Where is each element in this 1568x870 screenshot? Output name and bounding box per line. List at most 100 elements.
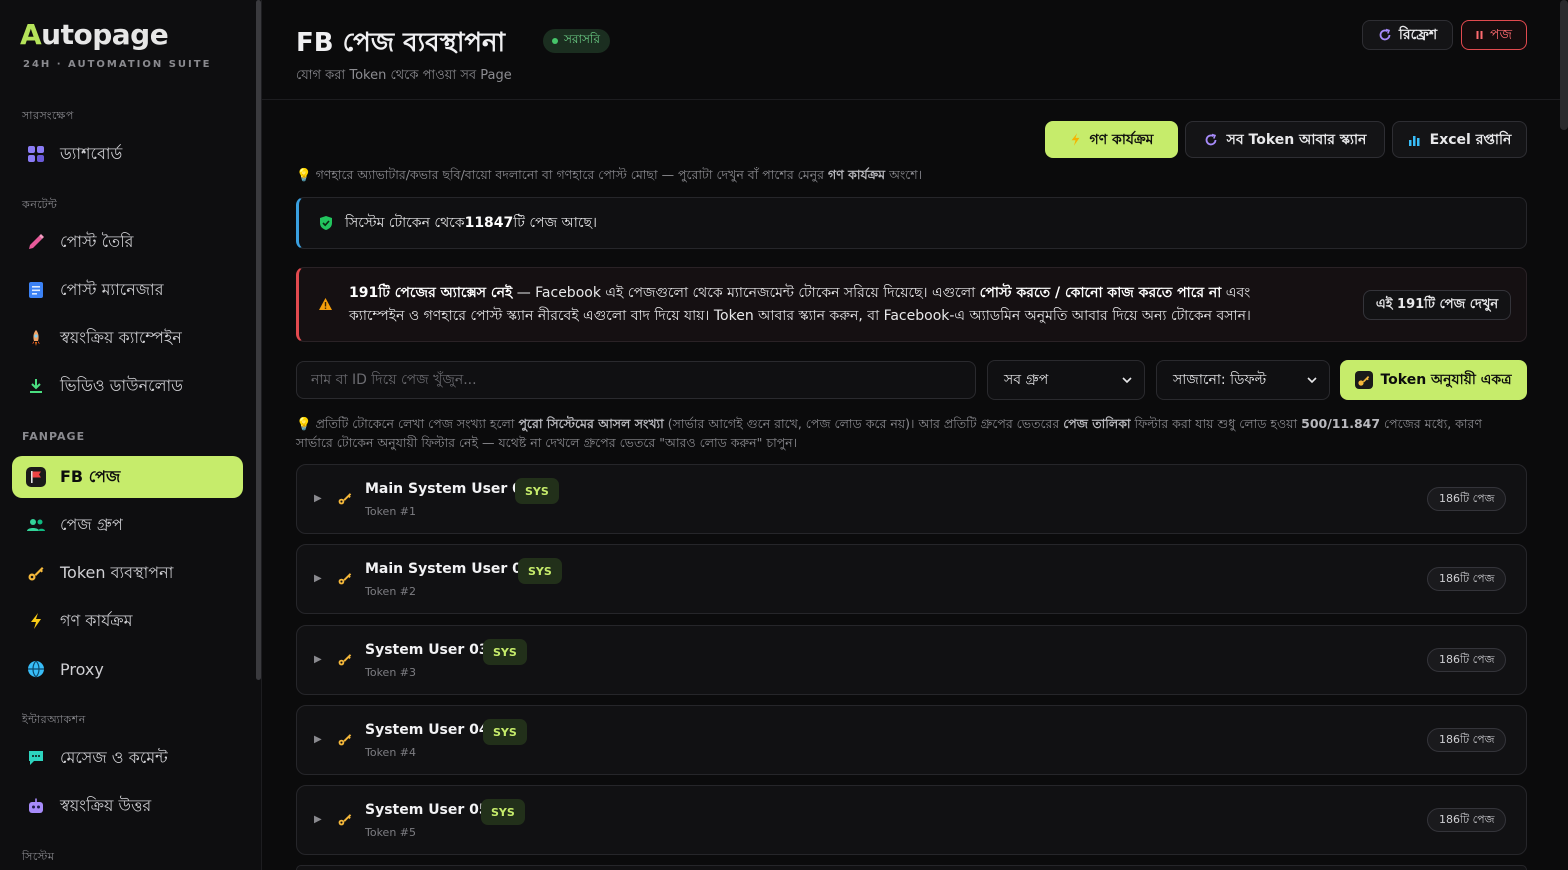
excel-export-button[interactable]: Excel রপ্তানি: [1392, 121, 1527, 158]
sidebar-item-proxy[interactable]: Proxy: [12, 648, 243, 690]
key-icon: [337, 490, 353, 506]
grid-icon: [26, 144, 46, 164]
token-id: Token #4: [365, 746, 417, 759]
key-icon: [26, 563, 46, 583]
page-count-hint: 💡 প্রতিটি টোকেনে লেখা পেজ সংখ্যা হলো পুরো…: [296, 416, 1482, 450]
expand-arrow-icon[interactable]: ▶: [314, 734, 322, 745]
sidebar-item-fb-pages[interactable]: FB পেজ: [12, 456, 243, 498]
token-name: System User 03: [365, 642, 489, 658]
page-title: FB পেজ ব্যবস্থাপনা: [296, 28, 506, 58]
pause-button[interactable]: পজ: [1461, 20, 1527, 50]
section-label-content: কনটেন্ট: [22, 198, 58, 211]
globe-icon: [26, 659, 46, 679]
token-name: System User 05: [365, 802, 489, 818]
chat-icon: [26, 748, 46, 768]
warning-triangle-icon: [318, 297, 333, 311]
token-id: Token #1: [365, 505, 417, 518]
live-status-badge: সরাসরি: [543, 29, 610, 53]
key-icon: [337, 811, 353, 827]
section-label-fanpage: FANPAGE: [22, 430, 86, 443]
refresh-icon: [1378, 28, 1392, 42]
robot-icon: [26, 796, 46, 816]
sidebar-item-label: পোস্ট তৈরি: [60, 231, 134, 251]
sidebar-item-label: পোস্ট ম্যানেজার: [60, 279, 164, 299]
sidebar-item-page-groups[interactable]: পেজ গ্রুপ: [12, 504, 243, 546]
bolt-icon: [26, 611, 46, 631]
live-badge-label: সরাসরি: [564, 32, 600, 46]
sidebar-item-auto-campaign[interactable]: স্বয়ংক্রিয় ক্যাম্পেইন: [12, 317, 243, 359]
token-id: Token #5: [365, 826, 417, 839]
sort-select[interactable]: সাজানো: ডিফল্ট: [1156, 360, 1330, 400]
flag-icon: [26, 467, 46, 487]
sidebar-item-label: মেসেজ ও কমেন্ট: [60, 747, 168, 767]
view-no-access-pages-button[interactable]: এই 191টি পেজ দেখুন: [1363, 290, 1511, 320]
sidebar-item-auto-reply[interactable]: স্বয়ংক্রিয় উত্তর: [12, 785, 243, 827]
group-select-value: সব গ্রুপ: [1004, 372, 1049, 388]
token-group-card-partial[interactable]: [296, 865, 1527, 870]
excel-label: Excel রপ্তানি: [1429, 131, 1512, 148]
rescan-all-tokens-button[interactable]: সব Token আবার স্ক্যান: [1185, 121, 1385, 158]
bar-chart-icon: [1408, 134, 1421, 146]
page-count-badge: 186টি পেজ: [1427, 728, 1507, 752]
expand-arrow-icon[interactable]: ▶: [314, 814, 322, 825]
sidebar-item-post-manager[interactable]: পোস্ট ম্যানেজার: [12, 269, 243, 311]
group-by-token-label: Token অনুযায়ী একত্র: [1380, 372, 1512, 388]
pause-label: পজ: [1489, 27, 1513, 43]
users-icon: [26, 515, 46, 535]
group-filter-select[interactable]: সব গ্রুপ: [987, 360, 1145, 400]
sidebar-item-bulk-actions[interactable]: গণ কার্যক্রম: [12, 600, 243, 642]
page-search-input[interactable]: [296, 361, 976, 399]
sidebar-item-create-post[interactable]: পোস্ট তৈরি: [12, 221, 243, 263]
page-count-badge: 186টি পেজ: [1427, 808, 1507, 832]
token-id: Token #3: [365, 666, 417, 679]
token-group-card[interactable]: ▶ Main System User 01 SYS Token #1 186টি…: [296, 464, 1527, 534]
token-id: Token #2: [365, 585, 417, 598]
sidebar: Autopage 24H · AUTOMATION SUITE সারসংক্ষ…: [0, 0, 262, 870]
sidebar-item-label: ড্যাশবোর্ড: [60, 143, 123, 163]
page-count-badge: 186টি পেজ: [1427, 487, 1507, 511]
sidebar-item-messages-comments[interactable]: মেসেজ ও কমেন্ট: [12, 737, 243, 779]
sidebar-item-label: স্বয়ংক্রিয় উত্তর: [60, 795, 152, 815]
app-root: Autopage 24H · AUTOMATION SUITE সারসংক্ষ…: [0, 0, 1568, 870]
token-group-card[interactable]: ▶ Main System User 02 SYS Token #2 186টি…: [296, 544, 1527, 614]
app-logo[interactable]: Autopage: [20, 18, 169, 51]
system-badge: SYS: [481, 799, 525, 825]
main-scrollbar[interactable]: [1560, 0, 1568, 130]
system-badge: SYS: [515, 478, 559, 504]
expand-arrow-icon[interactable]: ▶: [314, 654, 322, 665]
sidebar-item-label: Proxy: [60, 659, 104, 679]
refresh-button[interactable]: রিফ্রেশ: [1362, 20, 1453, 50]
system-token-info-box: সিস্টেম টোকেন থেকে 11847 টি পেজ আছে।: [296, 197, 1527, 249]
key-icon: [337, 731, 353, 747]
sidebar-scrollbar[interactable]: [256, 0, 261, 680]
sidebar-item-token-management[interactable]: Token ব্যবস্থাপনা: [12, 552, 243, 594]
chevron-down-icon: [1307, 376, 1317, 384]
key-icon: [1355, 371, 1374, 389]
bolt-icon: [1070, 132, 1081, 147]
section-label-system: সিস্টেম: [22, 850, 55, 863]
bulk-actions-button[interactable]: গণ কার্যক্রম: [1045, 121, 1178, 158]
sidebar-item-label: FB পেজ: [60, 466, 121, 486]
sidebar-item-label: স্বয়ংক্রিয় ক্যাম্পেইন: [60, 327, 182, 347]
expand-arrow-icon[interactable]: ▶: [314, 573, 322, 584]
page-subtitle: যোগ করা Token থেকে পাওয়া সব Page: [296, 68, 512, 83]
chevron-down-icon: [1122, 376, 1132, 384]
app-tagline: 24H · AUTOMATION SUITE: [23, 59, 212, 70]
page-header: FB পেজ ব্যবস্থাপনা সরাসরি যোগ করা Token …: [262, 0, 1568, 100]
warning-text: 191টি পেজের অ্যাক্সেস নেই — Facebook এই …: [349, 285, 1251, 324]
sidebar-item-video-download[interactable]: ভিডিও ডাউনলোড: [12, 365, 243, 407]
token-group-card[interactable]: ▶ System User 05 SYS Token #5 186টি পেজ: [296, 785, 1527, 855]
live-dot-icon: [552, 38, 558, 44]
key-icon: [337, 570, 353, 586]
sort-select-value: সাজানো: ডিফল্ট: [1173, 372, 1267, 388]
sidebar-item-dashboard[interactable]: ড্যাশবোর্ড: [12, 133, 243, 175]
rocket-icon: [26, 328, 46, 348]
token-group-card[interactable]: ▶ System User 03 SYS Token #3 186টি পেজ: [296, 625, 1527, 695]
token-group-card[interactable]: ▶ System User 04 SYS Token #4 186টি পেজ: [296, 705, 1527, 775]
lightbulb-icon: 💡: [296, 416, 312, 431]
section-label-interaction: ইন্টারঅ্যাকশন: [22, 713, 86, 726]
lightbulb-icon: 💡: [296, 167, 312, 182]
section-label-overview: সারসংক্ষেপ: [22, 109, 74, 122]
group-by-token-button[interactable]: Token অনুযায়ী একত্র: [1340, 360, 1527, 400]
expand-arrow-icon[interactable]: ▶: [314, 493, 322, 504]
